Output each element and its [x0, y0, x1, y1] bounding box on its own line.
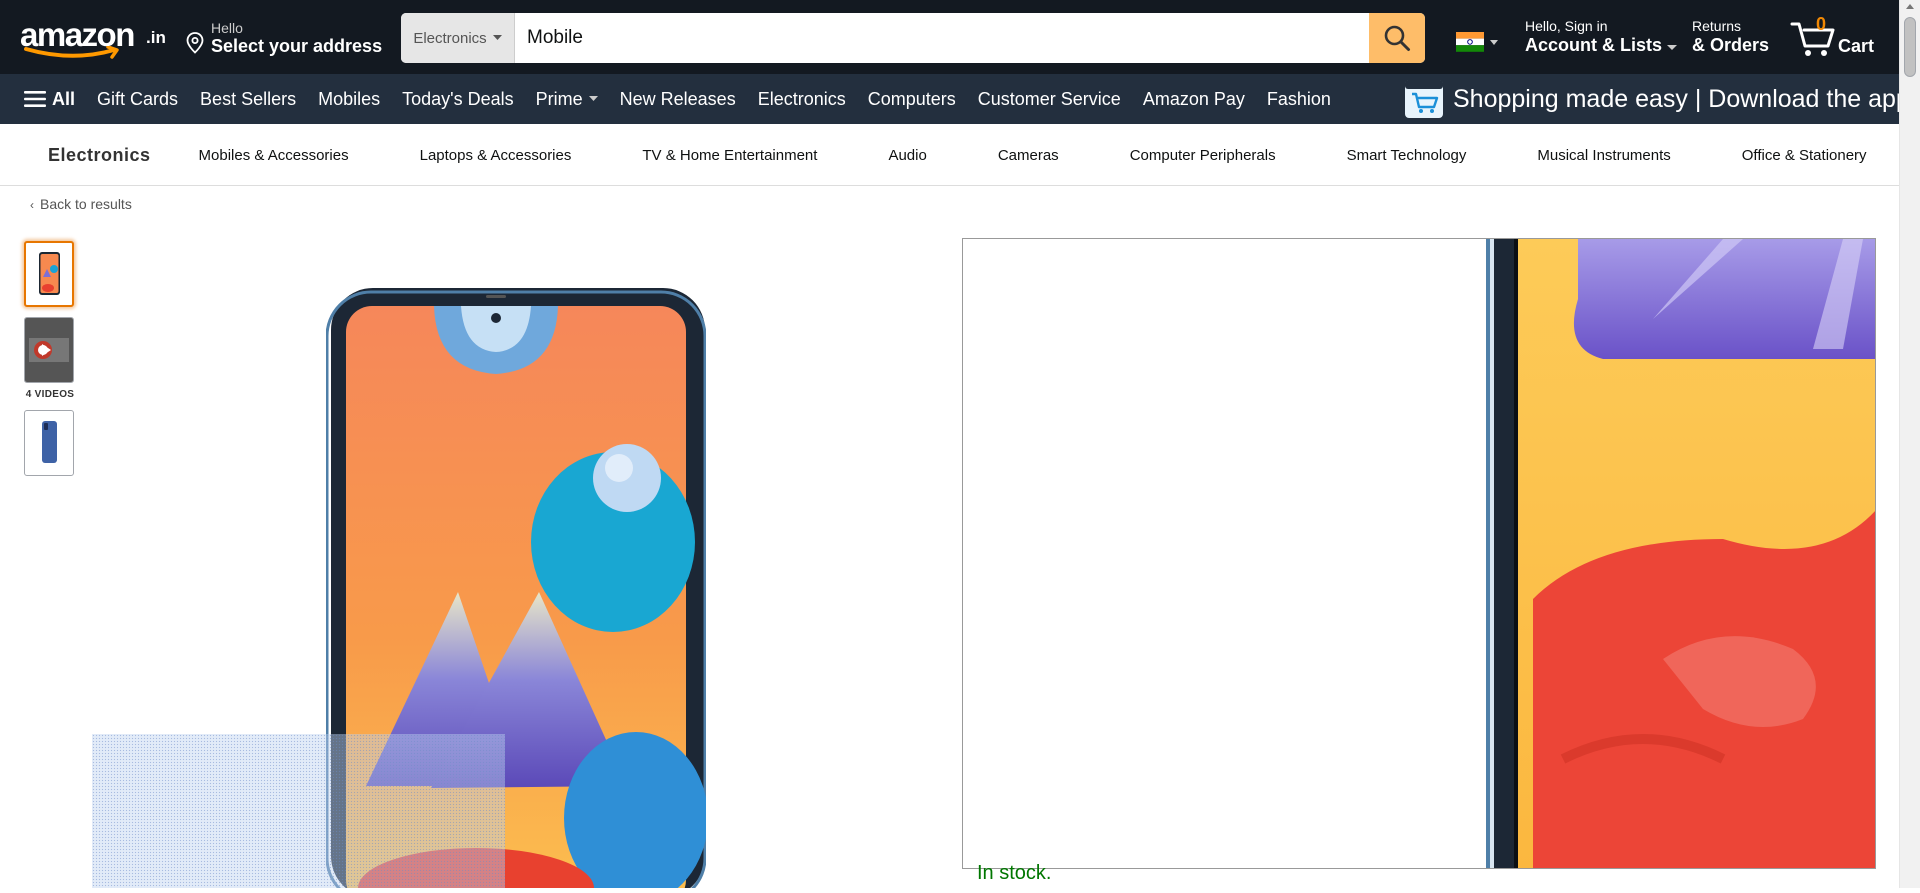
- cart-count-badge: 0: [1816, 14, 1827, 34]
- nav-item-electronics[interactable]: Electronics: [747, 89, 857, 110]
- subnav-item-mobiles-accessories[interactable]: Mobiles & Accessories: [199, 147, 349, 164]
- phone-back-thumbnail-image: [42, 421, 57, 463]
- search-category-dropdown[interactable]: Electronics: [401, 13, 515, 63]
- search-bar: Electronics: [401, 13, 1425, 63]
- main-nav: All Gift Cards Best Sellers Mobiles Toda…: [0, 74, 1910, 124]
- nav-item-label: Prime: [535, 88, 583, 109]
- account-greeting: Hello, Sign in: [1525, 18, 1608, 34]
- subnav-item-audio[interactable]: Audio: [888, 147, 926, 164]
- promo-text: Shopping made easy | Download the app: [1453, 84, 1910, 113]
- account-lists-text: Account & Lists: [1525, 35, 1663, 55]
- nav-item-label: Today's Deals: [402, 88, 514, 109]
- amazon-logo[interactable]: amazon .in: [20, 16, 166, 60]
- subnav-item-laptops-accessories[interactable]: Laptops & Accessories: [420, 147, 572, 164]
- nav-item-amazon-pay[interactable]: Amazon Pay: [1132, 89, 1256, 110]
- main-nav-items: All Gift Cards Best Sellers Mobiles Toda…: [24, 74, 1342, 124]
- logo-smile-icon: [24, 46, 119, 59]
- nav-item-label: Best Sellers: [200, 88, 297, 109]
- nav-item-label: Fashion: [1266, 88, 1331, 109]
- location-pin-icon: [186, 32, 204, 54]
- nav-item-todays-deals[interactable]: Today's Deals: [391, 89, 525, 110]
- caret-down-icon: [1667, 45, 1678, 50]
- nav-item-label: Electronics: [757, 88, 846, 109]
- nav-item-fashion[interactable]: Fashion: [1256, 89, 1342, 110]
- nav-item-label: Mobiles: [318, 88, 381, 109]
- thumbnail-front[interactable]: [24, 241, 74, 307]
- all-menu-button[interactable]: All: [24, 89, 86, 110]
- all-menu-label: All: [52, 88, 76, 109]
- caret-down-icon: [588, 96, 598, 101]
- address-greeting: Hello: [211, 20, 243, 36]
- account-lists-label: Account & Lists: [1525, 35, 1678, 56]
- phone-front-thumbnail-image: [39, 252, 60, 295]
- nav-item-new-releases[interactable]: New Releases: [609, 89, 747, 110]
- search-icon: [1384, 25, 1410, 51]
- hamburger-menu-icon: [24, 91, 46, 107]
- videos-count-label: 4 VIDEOS: [25, 389, 75, 400]
- back-to-results-link[interactable]: ‹ Back to results: [30, 196, 132, 212]
- returns-label: Returns: [1692, 18, 1742, 34]
- zoom-lens: [92, 734, 505, 888]
- cart-label: Cart: [1838, 36, 1875, 56]
- nav-item-computers[interactable]: Computers: [857, 89, 967, 110]
- chevron-left-icon: ‹: [30, 198, 34, 212]
- nav-item-best-sellers[interactable]: Best Sellers: [189, 89, 307, 110]
- video-thumbnail-image: [25, 318, 73, 382]
- thumbnail-back[interactable]: [24, 410, 74, 476]
- top-nav: amazon .in Hello Select your address Ele…: [0, 0, 1899, 74]
- search-button[interactable]: [1369, 13, 1425, 63]
- nav-item-label: New Releases: [619, 88, 736, 109]
- cart-button[interactable]: 0 Cart: [1790, 14, 1890, 60]
- subnav-items: Electronics Mobiles & Accessories Laptop…: [48, 124, 1867, 186]
- search-category-label: Electronics: [413, 29, 487, 47]
- caret-down-icon: [492, 35, 502, 40]
- subnav-item-tv-home-entertainment[interactable]: TV & Home Entertainment: [642, 147, 817, 164]
- zoom-preview-pane: [962, 238, 1876, 869]
- nav-item-label: Customer Service: [977, 88, 1121, 109]
- nav-item-label: Computers: [867, 88, 956, 109]
- subnav-item-musical-instruments[interactable]: Musical Instruments: [1537, 147, 1670, 164]
- orders-label: & Orders: [1692, 35, 1770, 55]
- nav-item-label: Gift Cards: [97, 88, 179, 109]
- app-download-promo[interactable]: Shopping made easy | Download the app: [1405, 80, 1910, 118]
- address-prompt: Select your address: [211, 36, 383, 56]
- returns-orders[interactable]: Returns & Orders: [1692, 18, 1769, 56]
- image-thumbnails: 4 VIDEOS: [24, 241, 76, 486]
- nav-item-label: Amazon Pay: [1142, 88, 1245, 109]
- nav-item-prime[interactable]: Prime: [525, 89, 609, 110]
- scrollbar-thumb[interactable]: [1904, 17, 1916, 77]
- back-link-label: Back to results: [40, 196, 132, 212]
- nav-item-gift-cards[interactable]: Gift Cards: [86, 89, 189, 110]
- cart-icon: [1790, 22, 1835, 56]
- nav-item-customer-service[interactable]: Customer Service: [967, 89, 1132, 110]
- subnav-item-computer-peripherals[interactable]: Computer Peripherals: [1130, 147, 1276, 164]
- account-menu[interactable]: Hello, Sign in Account & Lists: [1525, 18, 1678, 56]
- amazon-app-cart-icon: [1405, 80, 1443, 118]
- electronics-subnav: Electronics Mobiles & Accessories Laptop…: [0, 124, 1899, 186]
- language-selector[interactable]: [1456, 30, 1504, 54]
- availability-status: In stock.: [977, 862, 1052, 884]
- page-scrollbar[interactable]: [1899, 0, 1920, 888]
- nav-item-mobiles[interactable]: Mobiles: [307, 89, 391, 110]
- subnav-item-smart-technology[interactable]: Smart Technology: [1347, 147, 1467, 164]
- subnav-item-cameras[interactable]: Cameras: [998, 147, 1059, 164]
- zoomed-phone-image: [1486, 239, 1875, 868]
- logo-tld: .in: [146, 28, 166, 47]
- subnav-title[interactable]: Electronics: [48, 145, 151, 166]
- thumbnail-video[interactable]: [24, 317, 74, 383]
- search-input[interactable]: [515, 13, 1369, 63]
- subnav-item-office-stationery[interactable]: Office & Stationery: [1742, 147, 1867, 164]
- scroll-up-arrow-icon[interactable]: [1906, 4, 1914, 9]
- india-flag-icon: [1456, 32, 1498, 52]
